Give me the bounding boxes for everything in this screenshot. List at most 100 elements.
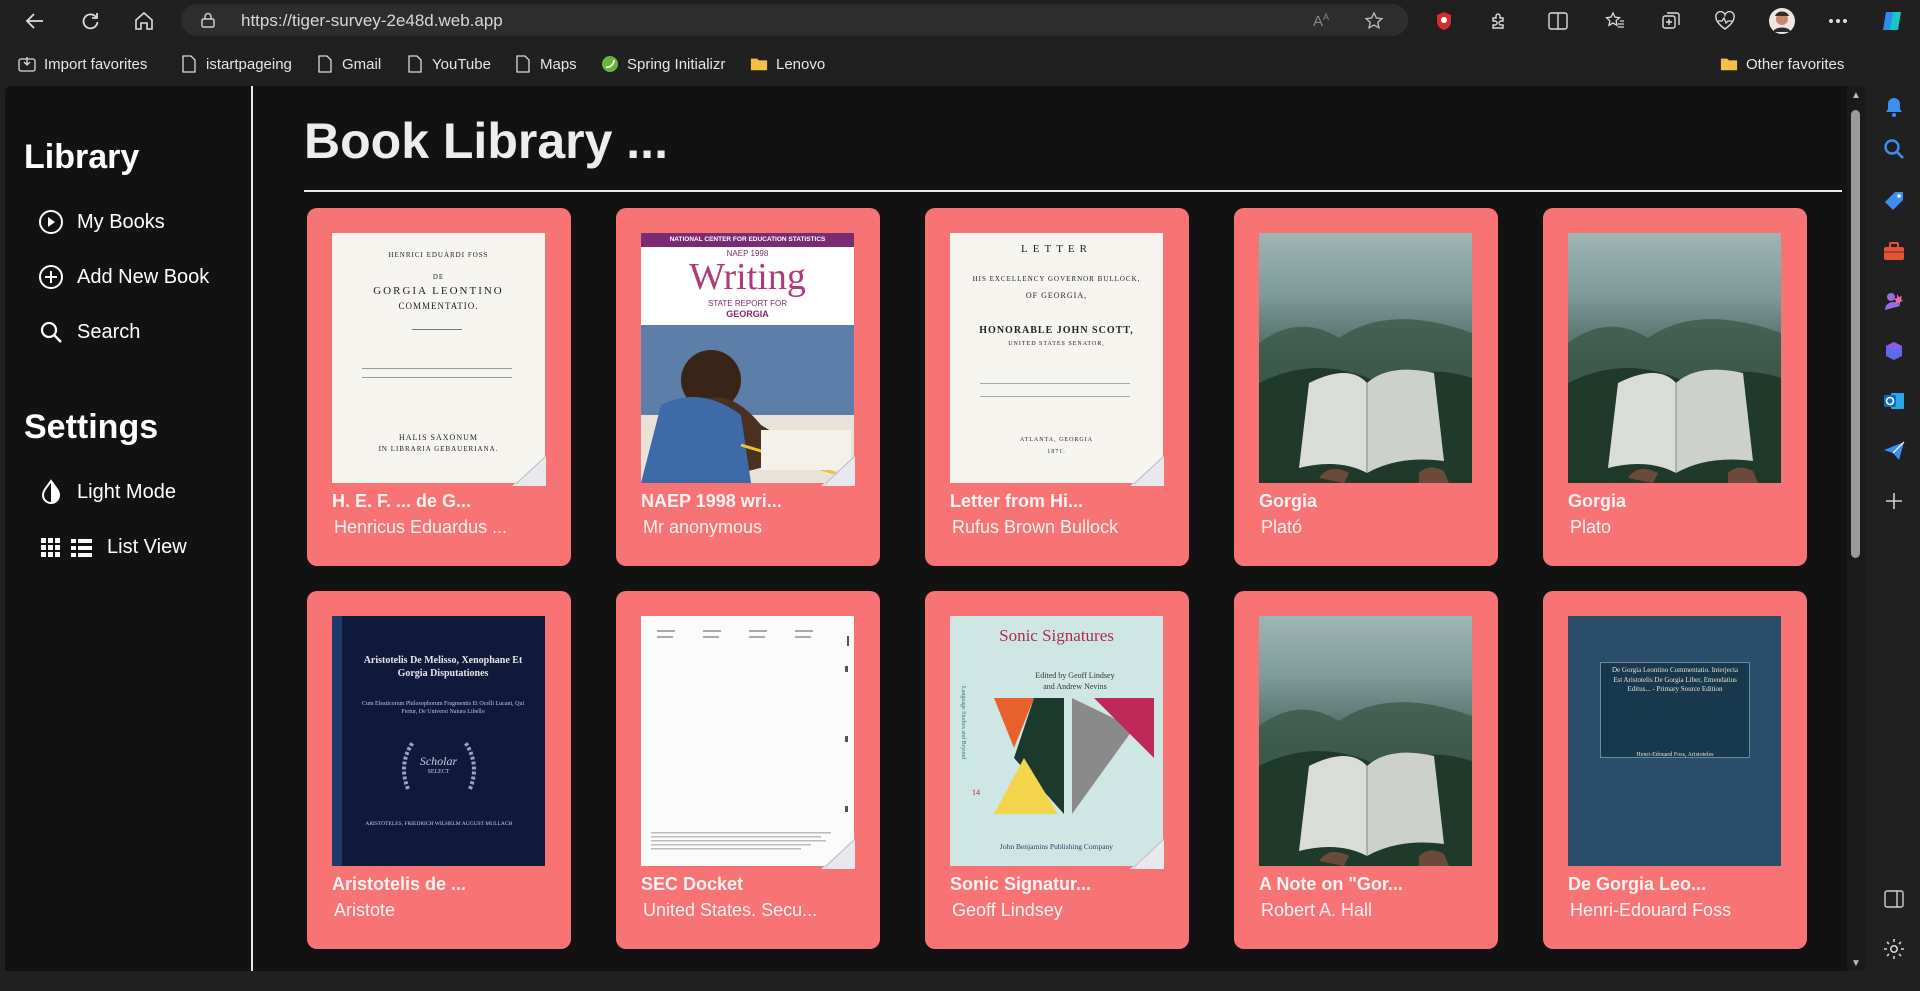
- open-book-photo: [1259, 702, 1472, 866]
- book-card[interactable]: De Gorgia Leontino Commentatio. Interjec…: [1543, 591, 1807, 949]
- book-cover: [1259, 616, 1472, 866]
- play-circle-icon: [37, 208, 65, 236]
- favorites-icon[interactable]: [1600, 6, 1630, 36]
- sidebar-item-my-books[interactable]: My Books: [37, 205, 165, 239]
- favorite-gmail[interactable]: Gmail: [316, 52, 381, 76]
- book-cover: [1259, 233, 1472, 483]
- favorite-istartpageing[interactable]: istartpageing: [180, 52, 292, 76]
- book-title: Gorgia: [1259, 491, 1318, 511]
- page-scrollbar[interactable]: ▲ ▼: [1847, 86, 1865, 971]
- lock-icon: [201, 12, 215, 33]
- sidebar-item-label: Search: [77, 320, 141, 343]
- back-button[interactable]: [20, 6, 50, 36]
- settings-gear-icon[interactable]: [1881, 936, 1907, 962]
- search-icon[interactable]: [1881, 136, 1907, 162]
- shopping-tag-icon[interactable]: [1881, 188, 1907, 214]
- sidebar: Library My Books Add New Book Search Set…: [5, 86, 253, 971]
- book-card[interactable]: Aristotelis De Melisso, Xenophane Et Gor…: [307, 591, 571, 949]
- book-card[interactable]: Sonic Signatures Edited by Geoff Lindsey…: [925, 591, 1189, 949]
- page-curl-icon: [1130, 839, 1164, 869]
- book-author: Aristote: [334, 900, 396, 920]
- book-title: A Note on "Gor...: [1259, 874, 1403, 894]
- book-card[interactable]: NATIONAL CENTER FOR EDUCATION STATISTICS…: [616, 208, 880, 566]
- games-icon[interactable]: [1881, 288, 1907, 314]
- sidebar-item-label: My Books: [77, 210, 165, 233]
- book-title: SEC Docket: [641, 874, 744, 894]
- page-title: Book Library ...: [304, 113, 668, 169]
- search-icon: [37, 318, 65, 346]
- favorite-other[interactable]: Other favorites: [1720, 52, 1844, 76]
- grid-list-icon: [39, 533, 95, 561]
- book-author: Rufus Brown Bullock: [952, 517, 1119, 537]
- sidebar-item-label: Light Mode: [77, 480, 176, 503]
- sidebar-item-light-mode[interactable]: Light Mode: [37, 475, 176, 509]
- home-button[interactable]: [129, 6, 159, 36]
- page-curl-icon: [821, 839, 855, 869]
- favorites-bar: Import favorites istartpageing Gmail You…: [0, 44, 1920, 84]
- book-author: Robert A. Hall: [1261, 900, 1373, 920]
- page-icon: [514, 55, 532, 73]
- profile-avatar[interactable]: [1767, 6, 1797, 36]
- book-card[interactable]: HENRICI EDUARDI FOSS DE GORGIA LEONTINO …: [307, 208, 571, 566]
- read-aloud-icon[interactable]: AA: [1313, 11, 1333, 34]
- book-title: NAEP 1998 wri...: [641, 491, 782, 511]
- book-title: Letter from Hi...: [950, 491, 1084, 511]
- book-cover: Sonic Signatures Edited by Geoff Lindsey…: [950, 616, 1163, 866]
- book-card[interactable]: LETTER HIS EXCELLENCY GOVERNOR BULLOCK, …: [925, 208, 1189, 566]
- browser-essentials-icon[interactable]: [1710, 6, 1740, 36]
- scroll-down-arrow-icon[interactable]: ▼: [1851, 958, 1861, 969]
- book-card[interactable]: Gorgia Plató: [1234, 208, 1498, 566]
- page-curl-icon: [512, 456, 546, 486]
- page-icon: [406, 55, 424, 73]
- open-book-photo: [1259, 319, 1472, 483]
- extensions-icon[interactable]: [1484, 6, 1514, 36]
- import-icon: [18, 55, 36, 73]
- refresh-button[interactable]: [75, 6, 105, 36]
- scroll-up-arrow-icon[interactable]: ▲: [1851, 90, 1861, 101]
- page-icon: [316, 55, 334, 73]
- sidebar-item-list-view[interactable]: List View: [39, 530, 187, 564]
- page-icon: [180, 55, 198, 73]
- outlook-icon[interactable]: [1881, 388, 1907, 414]
- favorite-youtube[interactable]: YouTube: [406, 52, 491, 76]
- send-telegram-icon[interactable]: [1881, 438, 1907, 464]
- book-author: Henri-Edouard Foss: [1570, 900, 1732, 920]
- sidebar-item-add-new-book[interactable]: Add New Book: [37, 260, 209, 294]
- favorite-lenovo[interactable]: Lenovo: [750, 52, 825, 76]
- page-curl-icon: [821, 456, 855, 486]
- add-icon[interactable]: [1881, 488, 1907, 514]
- svg-text:A: A: [1323, 12, 1329, 22]
- page-curl-icon: [1130, 456, 1164, 486]
- book-grid: HENRICI EDUARDI FOSS DE GORGIA LEONTINO …: [307, 208, 1807, 949]
- sidebar-item-search[interactable]: Search: [37, 315, 140, 349]
- book-author: Henricus Eduardus ...: [334, 517, 508, 537]
- book-title: H. E. F. ... de G...: [332, 491, 472, 511]
- book-card[interactable]: Gorgia Plato: [1543, 208, 1807, 566]
- sidebar-panel-icon[interactable]: [1881, 886, 1907, 912]
- book-card[interactable]: A Note on "Gor... Robert A. Hall: [1234, 591, 1498, 949]
- url-text[interactable]: https://tiger-survey-2e48d.web.app: [241, 11, 503, 31]
- open-book-photo: [1568, 319, 1781, 483]
- favorite-spring-initializr[interactable]: Spring Initializr: [601, 52, 725, 76]
- favorite-star-icon[interactable]: [1364, 11, 1384, 36]
- microsoft-365-icon[interactable]: [1881, 338, 1907, 364]
- book-cover: HENRICI EDUARDI FOSS DE GORGIA LEONTINO …: [332, 233, 545, 483]
- book-card[interactable]: SEC Docket United States. Secu...: [616, 591, 880, 949]
- favorite-maps[interactable]: Maps: [514, 52, 577, 76]
- collections-icon[interactable]: [1656, 6, 1686, 36]
- svg-text:A: A: [1313, 13, 1323, 29]
- settings-heading: Settings: [24, 408, 159, 446]
- taskbar-strip: [0, 971, 1868, 991]
- toolbox-icon[interactable]: [1881, 238, 1907, 264]
- copilot-icon[interactable]: [1877, 6, 1907, 36]
- book-cover: NATIONAL CENTER FOR EDUCATION STATISTICS…: [641, 233, 854, 483]
- extension-shield-icon[interactable]: [1429, 6, 1459, 36]
- book-cover: De Gorgia Leontino Commentatio. Interjec…: [1568, 616, 1781, 866]
- notifications-bell-icon[interactable]: [1881, 94, 1907, 120]
- book-title: Gorgia: [1568, 491, 1627, 511]
- scrollbar-thumb[interactable]: [1851, 110, 1860, 558]
- favorite-import[interactable]: Import favorites: [18, 52, 147, 76]
- split-screen-icon[interactable]: [1543, 6, 1573, 36]
- more-options-icon[interactable]: [1823, 6, 1853, 36]
- address-bar[interactable]: https://tiger-survey-2e48d.web.app AA: [181, 4, 1408, 36]
